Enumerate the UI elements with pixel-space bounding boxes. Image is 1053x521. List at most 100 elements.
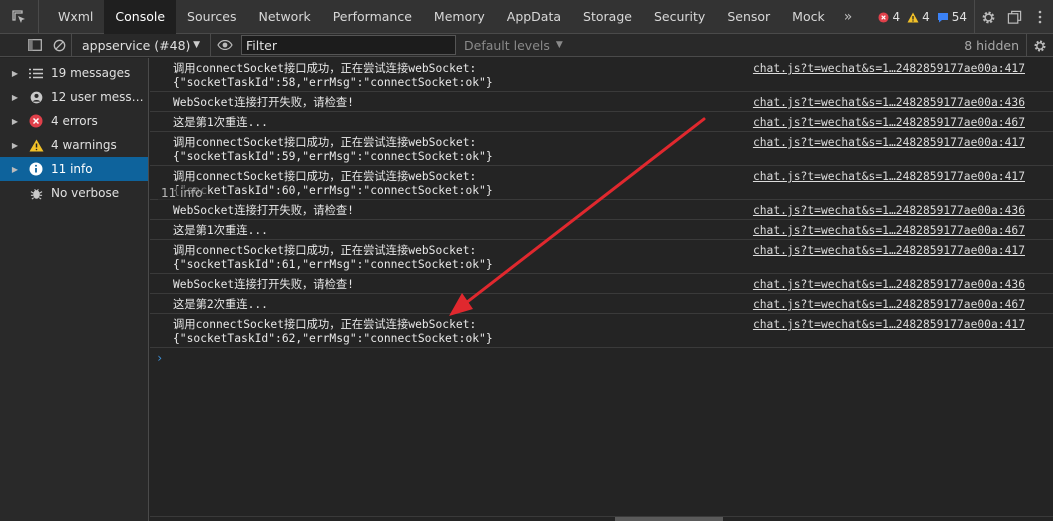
expand-arrow-icon[interactable]: ▶	[0, 93, 26, 102]
tab-memory[interactable]: Memory	[423, 0, 496, 34]
clear-icon	[53, 39, 65, 51]
devtools-tab-bar: Wxml Console Sources Network Performance Memo…	[0, 0, 1053, 34]
tab-sensor[interactable]: Sensor	[716, 0, 781, 34]
source-link[interactable]: chat.js?t=wechat&s=1…2482859177ae00a:417	[753, 136, 1025, 150]
context-selector-label: appservice (#48)	[82, 37, 191, 53]
log-levels-label: Default levels	[464, 37, 550, 53]
user-icon	[26, 91, 46, 104]
console-messages: 调用connectSocket接口成功，正在尝试连接webSocket: {"so…	[150, 58, 1053, 521]
status-counts: 4 4 54	[878, 0, 1053, 34]
tab-performance[interactable]: Performance	[322, 0, 423, 34]
console-message: WebSocket连接打开失败，请检查! chat.js?t=wechat&s=1…	[150, 274, 1053, 294]
console-message: 调用connectSocket接口成功，正在尝试连接webSocket: {"so…	[150, 132, 1053, 166]
sidebar-item-label: No verbose	[51, 186, 120, 200]
console-message: WebSocket连接打开失败，请检查! chat.js?t=wechat&s=1…	[150, 92, 1053, 112]
list-icon	[26, 68, 46, 79]
message-line: 调用connectSocket接口成功，正在尝试连接webSocket:	[173, 244, 477, 257]
console-message-text: 调用connectSocket接口成功，正在尝试连接webSocket: {"so…	[173, 318, 493, 346]
sidebar-item-error[interactable]: ▶ 4 errors	[0, 109, 148, 133]
source-link[interactable]: chat.js?t=wechat&s=1…2482859177ae00a:417	[753, 318, 1025, 332]
console-message: 这是第2次重连... chat.js?t=wechat&s=1…248285917…	[150, 294, 1053, 314]
chevron-down-icon: ▼	[193, 40, 200, 50]
tab-separator	[38, 0, 39, 34]
tab-sources[interactable]: Sources	[176, 0, 247, 34]
more-tabs-button[interactable]: »	[836, 0, 861, 34]
undock-icon	[1007, 10, 1021, 24]
warning-icon	[26, 139, 46, 152]
sidebar-item-label: 12 user mess…	[51, 90, 144, 104]
console-message: WebSocket连接打开失败，请检查! chat.js?t=wechat&s=1…	[150, 200, 1053, 220]
expand-arrow-icon[interactable]: ▶	[0, 141, 26, 150]
horizontal-scrollbar[interactable]	[615, 517, 723, 521]
message-line: 这是第1次重连...	[173, 116, 268, 129]
source-link[interactable]: chat.js?t=wechat&s=1…2482859177ae00a:436	[753, 96, 1025, 110]
message-line: {"socketTaskId":61,"errMsg":"connectSock…	[173, 258, 493, 271]
expand-arrow-icon[interactable]: ▶	[0, 69, 26, 78]
console-message-text: WebSocket连接打开失败，请检查!	[173, 204, 354, 218]
warning-count-label: 4	[922, 10, 930, 24]
filter-input[interactable]	[241, 35, 456, 55]
source-link[interactable]: chat.js?t=wechat&s=1…2482859177ae00a:436	[753, 278, 1025, 292]
inspect-element-button[interactable]	[0, 0, 38, 34]
tab-storage[interactable]: Storage	[572, 0, 643, 34]
sidebar-item-bug[interactable]: No verbose	[0, 181, 148, 205]
more-options-button[interactable]	[1027, 0, 1053, 34]
tab-wxml[interactable]: Wxml	[47, 0, 104, 34]
sidebar-item-user[interactable]: ▶ 12 user mess…	[0, 85, 148, 109]
error-count[interactable]: 4	[878, 10, 900, 24]
sidebar-item-info[interactable]: ▶ 11 info	[0, 157, 148, 181]
message-line: 调用connectSocket接口成功，正在尝试连接webSocket:	[173, 62, 477, 75]
dock-side-button[interactable]	[1001, 0, 1027, 34]
message-line: {"socketTaskId":60,"errMsg":"connectSock…	[173, 184, 493, 197]
console-prompt[interactable]: ›	[156, 351, 163, 365]
sidebar-item-label: 19 messages	[51, 66, 131, 80]
error-count-label: 4	[892, 10, 901, 24]
settings-button[interactable]	[975, 0, 1001, 34]
sidebar-item-list[interactable]: ▶ 19 messages	[0, 61, 148, 85]
tab-list: Wxml Console Sources Network Performance Memo…	[47, 0, 836, 34]
console-message-text: WebSocket连接打开失败，请检查!	[173, 278, 354, 292]
eye-icon	[217, 40, 233, 50]
log-levels-dropdown[interactable]: Default levels ▼	[464, 38, 563, 53]
tab-security[interactable]: Security	[643, 0, 716, 34]
console-toolbar: appservice (#48) ▼ Default levels ▼ 8 hi…	[0, 33, 1053, 57]
tab-console[interactable]: Console	[104, 0, 177, 34]
live-expression-button[interactable]	[211, 34, 239, 57]
console-message-text: 调用connectSocket接口成功，正在尝试连接webSocket: {"so…	[173, 136, 493, 164]
expand-arrow-icon[interactable]: ▶	[0, 165, 26, 174]
expand-arrow-icon[interactable]: ▶	[0, 117, 26, 126]
source-link[interactable]: chat.js?t=wechat&s=1…2482859177ae00a:417	[753, 170, 1025, 184]
toggle-sidebar-button[interactable]	[23, 34, 47, 57]
sidebar-tooltip: 11 info	[158, 186, 206, 200]
console-message: 这是第1次重连... chat.js?t=wechat&s=1…248285917…	[150, 112, 1053, 132]
kebab-icon	[1038, 10, 1042, 24]
message-line: {"socketTaskId":62,"errMsg":"connectSock…	[173, 332, 493, 345]
source-link[interactable]: chat.js?t=wechat&s=1…2482859177ae00a:436	[753, 204, 1025, 218]
source-link[interactable]: chat.js?t=wechat&s=1…2482859177ae00a:467	[753, 116, 1025, 130]
source-link[interactable]: chat.js?t=wechat&s=1…2482859177ae00a:467	[753, 224, 1025, 238]
hidden-count: 8 hidden	[964, 38, 1019, 53]
console-settings-button[interactable]	[1027, 34, 1053, 57]
context-selector[interactable]: appservice (#48) ▼	[72, 38, 210, 53]
clear-console-button[interactable]	[47, 34, 71, 57]
message-icon	[937, 12, 948, 22]
source-link[interactable]: chat.js?t=wechat&s=1…2482859177ae00a:417	[753, 62, 1025, 76]
console-message-text: 调用connectSocket接口成功，正在尝试连接webSocket: {"so…	[173, 244, 493, 272]
message-count[interactable]: 54	[937, 10, 967, 24]
console-message: 调用connectSocket接口成功，正在尝试连接webSocket: {"so…	[150, 166, 1053, 200]
tab-mock[interactable]: Mock	[781, 0, 836, 34]
sidebar-item-label: 11 info	[51, 162, 93, 176]
info-icon	[26, 162, 46, 176]
console-message-text: WebSocket连接打开失败，请检查!	[173, 96, 354, 110]
sidebar-toggle-icon	[28, 39, 42, 51]
console-message: 调用connectSocket接口成功，正在尝试连接webSocket: {"so…	[150, 240, 1053, 274]
tab-network[interactable]: Network	[248, 0, 322, 34]
warning-count[interactable]: 4	[907, 10, 930, 24]
sidebar-item-warning[interactable]: ▶ 4 warnings	[0, 133, 148, 157]
tab-appdata[interactable]: AppData	[496, 0, 572, 34]
source-link[interactable]: chat.js?t=wechat&s=1…2482859177ae00a:417	[753, 244, 1025, 258]
console-message: 这是第1次重连... chat.js?t=wechat&s=1…248285917…	[150, 220, 1053, 240]
source-link[interactable]: chat.js?t=wechat&s=1…2482859177ae00a:467	[753, 298, 1025, 312]
message-line: 这是第2次重连...	[173, 298, 268, 311]
gear-icon	[982, 11, 994, 23]
